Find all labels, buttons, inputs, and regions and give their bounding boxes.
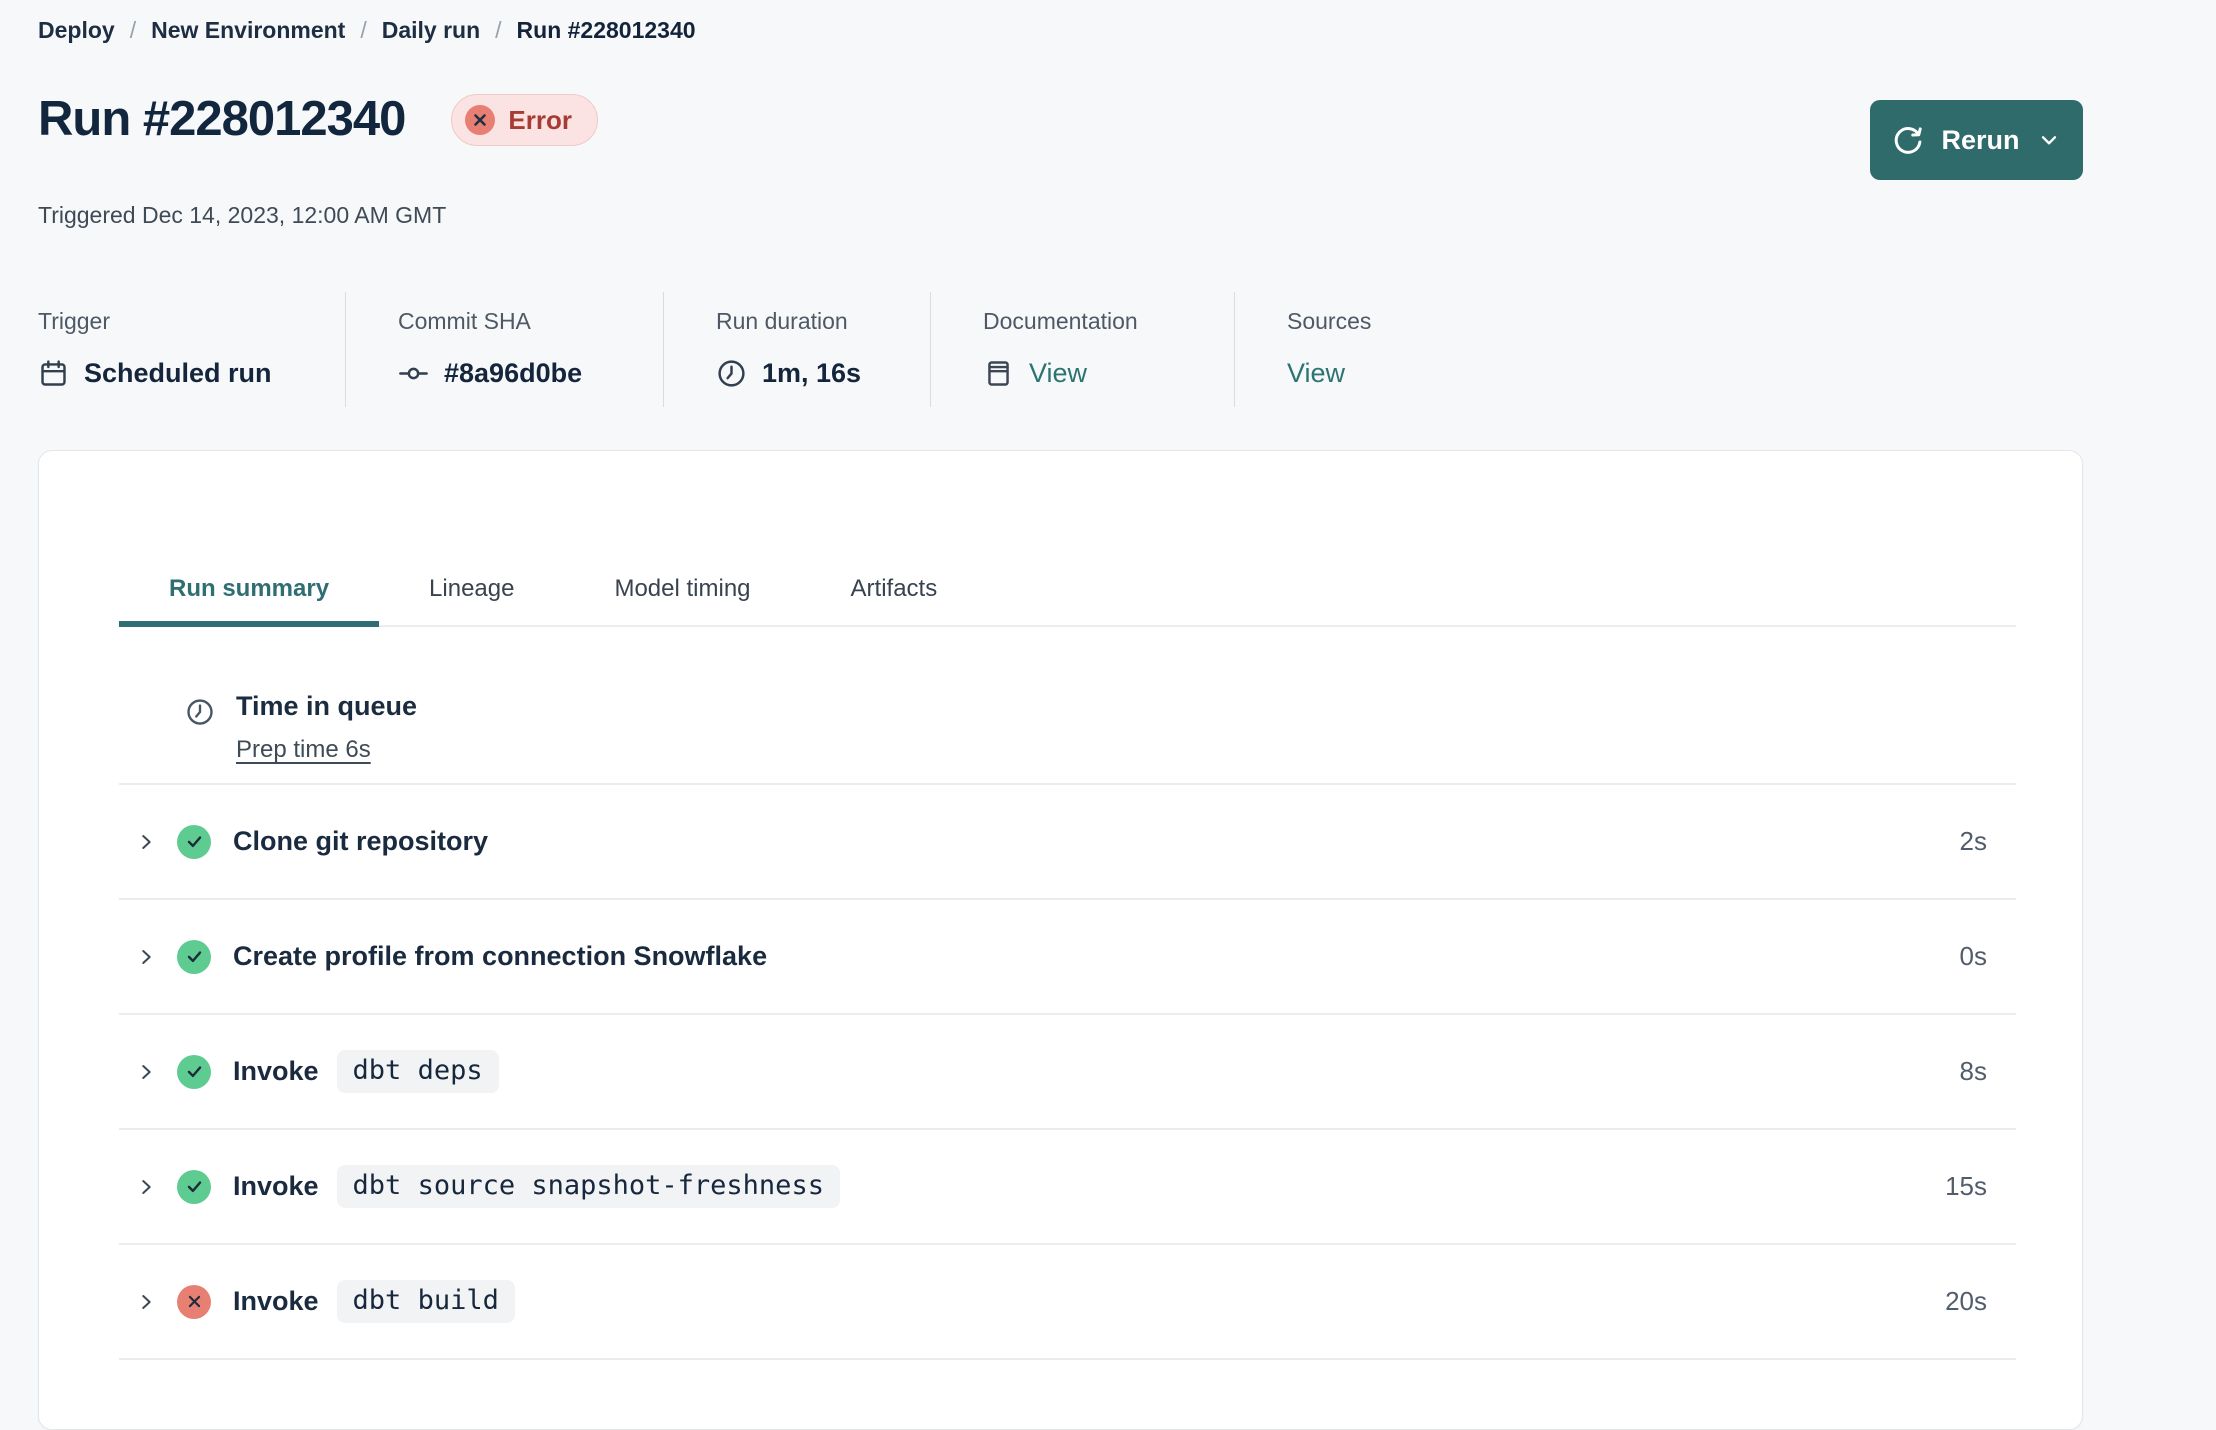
command-chip: dbt deps [336,1050,499,1093]
chevron-down-icon [2036,127,2062,153]
breadcrumb-separator: / [495,17,502,43]
page: Deploy / New Environment / Daily run / R… [0,0,2216,1430]
sources-view-link[interactable]: View [1287,355,1345,391]
success-check-icon [177,1054,211,1089]
step-title: Invoke [233,1056,319,1086]
time-in-queue-section: Time in queue Prep time 6s [119,627,2016,785]
documentation-view-link[interactable]: View [1029,355,1087,391]
prep-time-link[interactable]: Prep time 6s [236,735,371,765]
chevron-right-icon[interactable] [135,1061,157,1083]
meta-commit-sha: Commit SHA #8a96d0be [346,292,664,407]
breadcrumb-job[interactable]: Daily run [382,14,480,46]
refresh-icon [1891,123,1925,157]
rerun-button-label: Rerun [1941,124,2020,155]
page-title: Run #228012340 [38,92,406,146]
success-check-icon [177,1169,211,1204]
meta-label: Trigger [38,308,110,334]
command-chip: dbt build [336,1280,515,1323]
document-icon [983,358,1014,389]
step-row-invoke-dbt-source-snapshot-freshness[interactable]: Invoke dbt source snapshot-freshness 15s [119,1130,2016,1245]
rerun-button[interactable]: Rerun [1870,100,2083,180]
meta-sources: Sources View [1235,292,2083,407]
breadcrumb: Deploy / New Environment / Daily run / R… [38,0,2083,46]
title-row: Run #228012340 Error Rerun [38,90,2083,180]
meta-value-text: 1m, 16s [762,358,862,388]
tab-lineage[interactable]: Lineage [379,557,564,627]
meta-label: Commit SHA [398,308,531,334]
step-duration: 0s [1959,941,1987,971]
step-duration: 20s [1945,1286,1987,1316]
error-x-icon [177,1284,211,1319]
breadcrumb-current-run: Run #228012340 [516,17,696,43]
chevron-right-icon[interactable] [135,946,157,968]
time-in-queue-title: Time in queue [236,691,418,721]
meta-trigger: Trigger Scheduled run [38,292,346,407]
status-badge-label: Error [508,104,572,135]
run-detail-card: Run summary Lineage Model timing Artifac… [38,450,2083,1430]
meta-documentation: Documentation View [931,292,1235,407]
tab-artifacts[interactable]: Artifacts [801,557,988,627]
breadcrumb-deploy[interactable]: Deploy [38,14,115,46]
breadcrumb-separator: / [360,17,367,43]
status-badge: Error [451,94,598,146]
step-title: Create profile from connection Snowflake [233,941,768,971]
error-x-icon [465,105,496,135]
breadcrumb-separator: / [129,17,137,43]
triggered-timestamp: Triggered Dec 14, 2023, 12:00 AM GMT [38,202,447,228]
breadcrumb-environment[interactable]: New Environment [151,14,345,46]
meta-value-text: Scheduled run [84,358,272,388]
tab-model-timing[interactable]: Model timing [564,557,800,627]
step-row-clone-git-repository[interactable]: Clone git repository 2s [119,785,2016,900]
meta-run-duration: Run duration 1m, 16s [664,292,931,407]
clock-icon [716,358,747,389]
step-row-invoke-dbt-build[interactable]: Invoke dbt build 20s [119,1245,2016,1360]
calendar-icon [38,358,69,389]
clock-icon [185,697,215,727]
tab-run-summary[interactable]: Run summary [119,557,380,627]
tab-bar: Run summary Lineage Model timing Artifac… [119,451,2016,627]
chevron-right-icon[interactable] [135,1176,157,1198]
meta-label: Run duration [716,308,848,334]
chevron-right-icon[interactable] [135,831,157,853]
step-title: Clone git repository [233,826,489,856]
run-meta-strip: Trigger Scheduled run Commit SHA #8a96d0… [38,292,2083,407]
step-duration: 8s [1959,1056,1987,1086]
step-title: Invoke [233,1286,319,1316]
meta-label: Sources [1287,308,1372,334]
step-row-create-profile[interactable]: Create profile from connection Snowflake… [119,900,2016,1015]
meta-label: Documentation [983,308,1138,334]
success-check-icon [177,939,211,974]
meta-value-text: #8a96d0be [444,358,583,388]
step-duration: 15s [1945,1171,1987,1201]
chevron-right-icon[interactable] [135,1291,157,1313]
command-chip: dbt source snapshot-freshness [336,1165,840,1208]
step-duration: 2s [1959,826,1987,856]
step-title: Invoke [233,1171,319,1201]
success-check-icon [177,824,211,859]
step-row-invoke-dbt-deps[interactable]: Invoke dbt deps 8s [119,1015,2016,1130]
commit-icon [398,358,429,389]
